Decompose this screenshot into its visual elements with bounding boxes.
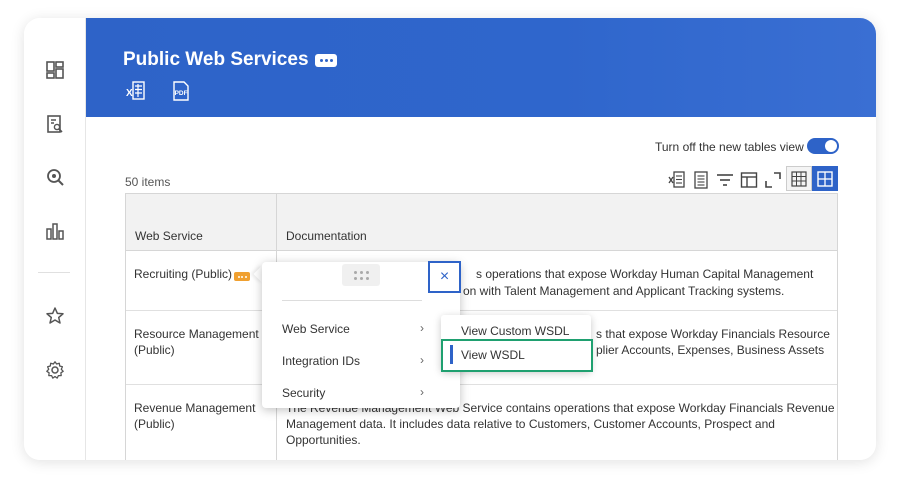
related-actions-icon[interactable] <box>234 272 250 281</box>
sidebar-divider <box>38 272 70 273</box>
table-header-row: Web Service Documentation <box>126 194 837 251</box>
close-icon: × <box>439 268 450 285</box>
star-icon[interactable] <box>43 304 67 328</box>
gear-icon[interactable] <box>43 358 67 382</box>
menu-item-integration-ids[interactable]: Integration IDs <box>282 354 432 368</box>
table-cell-service[interactable]: (Public) <box>134 416 175 432</box>
column-header-documentation[interactable]: Documentation <box>286 229 367 243</box>
menu-item-web-service[interactable]: Web Service <box>282 322 432 336</box>
report-search-icon[interactable] <box>43 112 67 136</box>
grid-view-icon[interactable] <box>812 166 838 191</box>
export-excel-icon[interactable] <box>666 169 688 191</box>
new-tables-toggle-label: Turn off the new tables view <box>655 140 804 154</box>
dashboard-icon[interactable] <box>43 58 67 82</box>
chart-icon[interactable] <box>43 219 67 243</box>
chevron-right-icon: › <box>420 353 424 367</box>
table-cell-doc: on with Talent Management and Applicant … <box>463 284 785 298</box>
svg-text:X: X <box>126 88 133 99</box>
table-view-icon[interactable] <box>786 166 812 191</box>
export-excel-icon[interactable]: X <box>125 80 147 102</box>
fullscreen-icon[interactable] <box>762 169 784 191</box>
chevron-right-icon: › <box>420 385 424 399</box>
page-title: Public Web Services <box>123 49 309 70</box>
svg-text:PDF: PDF <box>175 90 188 97</box>
table-cell-doc: Opportunities. <box>286 433 361 447</box>
chevron-right-icon: › <box>420 321 424 335</box>
submenu-item-view-custom-wsdl[interactable]: View Custom WSDL <box>461 324 569 338</box>
row-divider <box>126 310 837 311</box>
table-cell-service[interactable]: Resource Management <box>134 326 259 342</box>
menu-item-security[interactable]: Security <box>282 386 432 400</box>
export-pdf-icon[interactable]: PDF <box>170 80 192 102</box>
highlight-box <box>441 339 593 372</box>
popup-divider <box>282 300 422 301</box>
new-tables-toggle[interactable] <box>807 138 839 154</box>
column-header-web-service[interactable]: Web Service <box>135 229 203 243</box>
row-divider <box>126 384 837 385</box>
search-icon[interactable] <box>43 165 67 189</box>
table-cell-doc: s that expose Workday Financials Resourc… <box>596 327 830 341</box>
related-actions-icon[interactable] <box>315 54 337 67</box>
table-cell-service[interactable]: Recruiting (Public) <box>134 266 232 282</box>
filter-icon[interactable] <box>714 169 736 191</box>
sidebar <box>24 18 86 460</box>
items-count: 50 items <box>125 175 171 189</box>
table-cell-doc: s operations that expose Workday Human C… <box>476 267 814 281</box>
print-icon[interactable] <box>690 169 712 191</box>
close-popup-button[interactable]: × <box>428 261 461 293</box>
table-cell-service[interactable]: Revenue Management <box>134 400 255 416</box>
table-cell-doc: plier Accounts, Expenses, Business Asset… <box>596 343 825 357</box>
table-cell-service[interactable]: (Public) <box>134 342 175 358</box>
table-cell-doc: Management data. It includes data relati… <box>286 417 775 431</box>
page-header: Public Web Services X PDF <box>86 18 876 117</box>
main-content: Turn off the new tables view 50 items We… <box>86 117 876 460</box>
columns-icon[interactable] <box>738 169 760 191</box>
drag-handle-icon[interactable] <box>342 264 380 286</box>
